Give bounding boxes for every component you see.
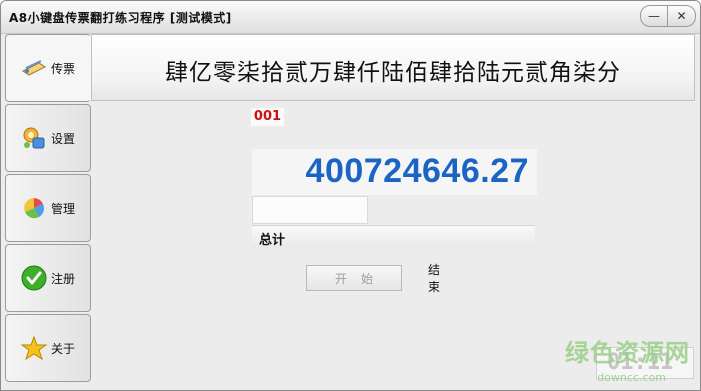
watermark-url: downcc.com	[597, 371, 666, 384]
manage-icon	[21, 195, 47, 221]
amount-words-banner: 肆亿零柒拾贰万肆仟陆佰肆拾陆元贰角柒分	[91, 34, 695, 101]
close-button[interactable]: ✕	[668, 5, 696, 27]
minimize-button[interactable]: —	[640, 5, 668, 27]
start-button[interactable]: 开始	[306, 265, 402, 291]
sidebar-item-manage[interactable]: 管理	[5, 174, 91, 242]
window-controls: — ✕	[640, 5, 696, 27]
settings-icon	[21, 125, 47, 151]
sidebar-item-label: 关于	[50, 341, 75, 356]
app-window: A8小键盘传票翻打练习程序 [测试模式] — ✕ 传票 设置 管理 注册 关于 …	[0, 0, 701, 391]
ticket-icon	[21, 55, 47, 81]
end-button[interactable]: 结束	[414, 263, 474, 294]
sidebar-item-ticket[interactable]: 传票	[5, 34, 91, 102]
sidebar-item-register[interactable]: 注册	[5, 244, 91, 312]
amount-display: 400724646.27	[252, 149, 537, 195]
title-bar[interactable]: A8小键盘传票翻打练习程序 [测试模式] — ✕	[1, 1, 700, 34]
total-bar: 总计	[252, 225, 535, 248]
checkmark-icon	[21, 265, 47, 291]
sidebar-item-label: 注册	[50, 271, 75, 286]
window-title: A8小键盘传票翻打练习程序 [测试模式]	[9, 11, 232, 25]
watermark: 绿色资源网	[565, 339, 690, 367]
sidebar-item-label: 管理	[50, 201, 75, 216]
sidebar-item-label: 设置	[50, 131, 75, 146]
sidebar-item-settings[interactable]: 设置	[5, 104, 91, 172]
sidebar: 传票 设置 管理 注册 关于	[5, 34, 91, 388]
ticket-number: 001	[251, 108, 284, 126]
amount-input[interactable]	[252, 196, 368, 224]
sidebar-item-label: 传票	[50, 61, 75, 76]
sidebar-item-about[interactable]: 关于	[5, 314, 91, 382]
amount-in-words: 肆亿零柒拾贰万肆仟陆佰肆拾陆元贰角柒分	[165, 60, 621, 86]
total-label: 总计	[259, 233, 286, 248]
amount-value: 400724646.27	[305, 152, 529, 190]
star-icon	[20, 335, 47, 361]
